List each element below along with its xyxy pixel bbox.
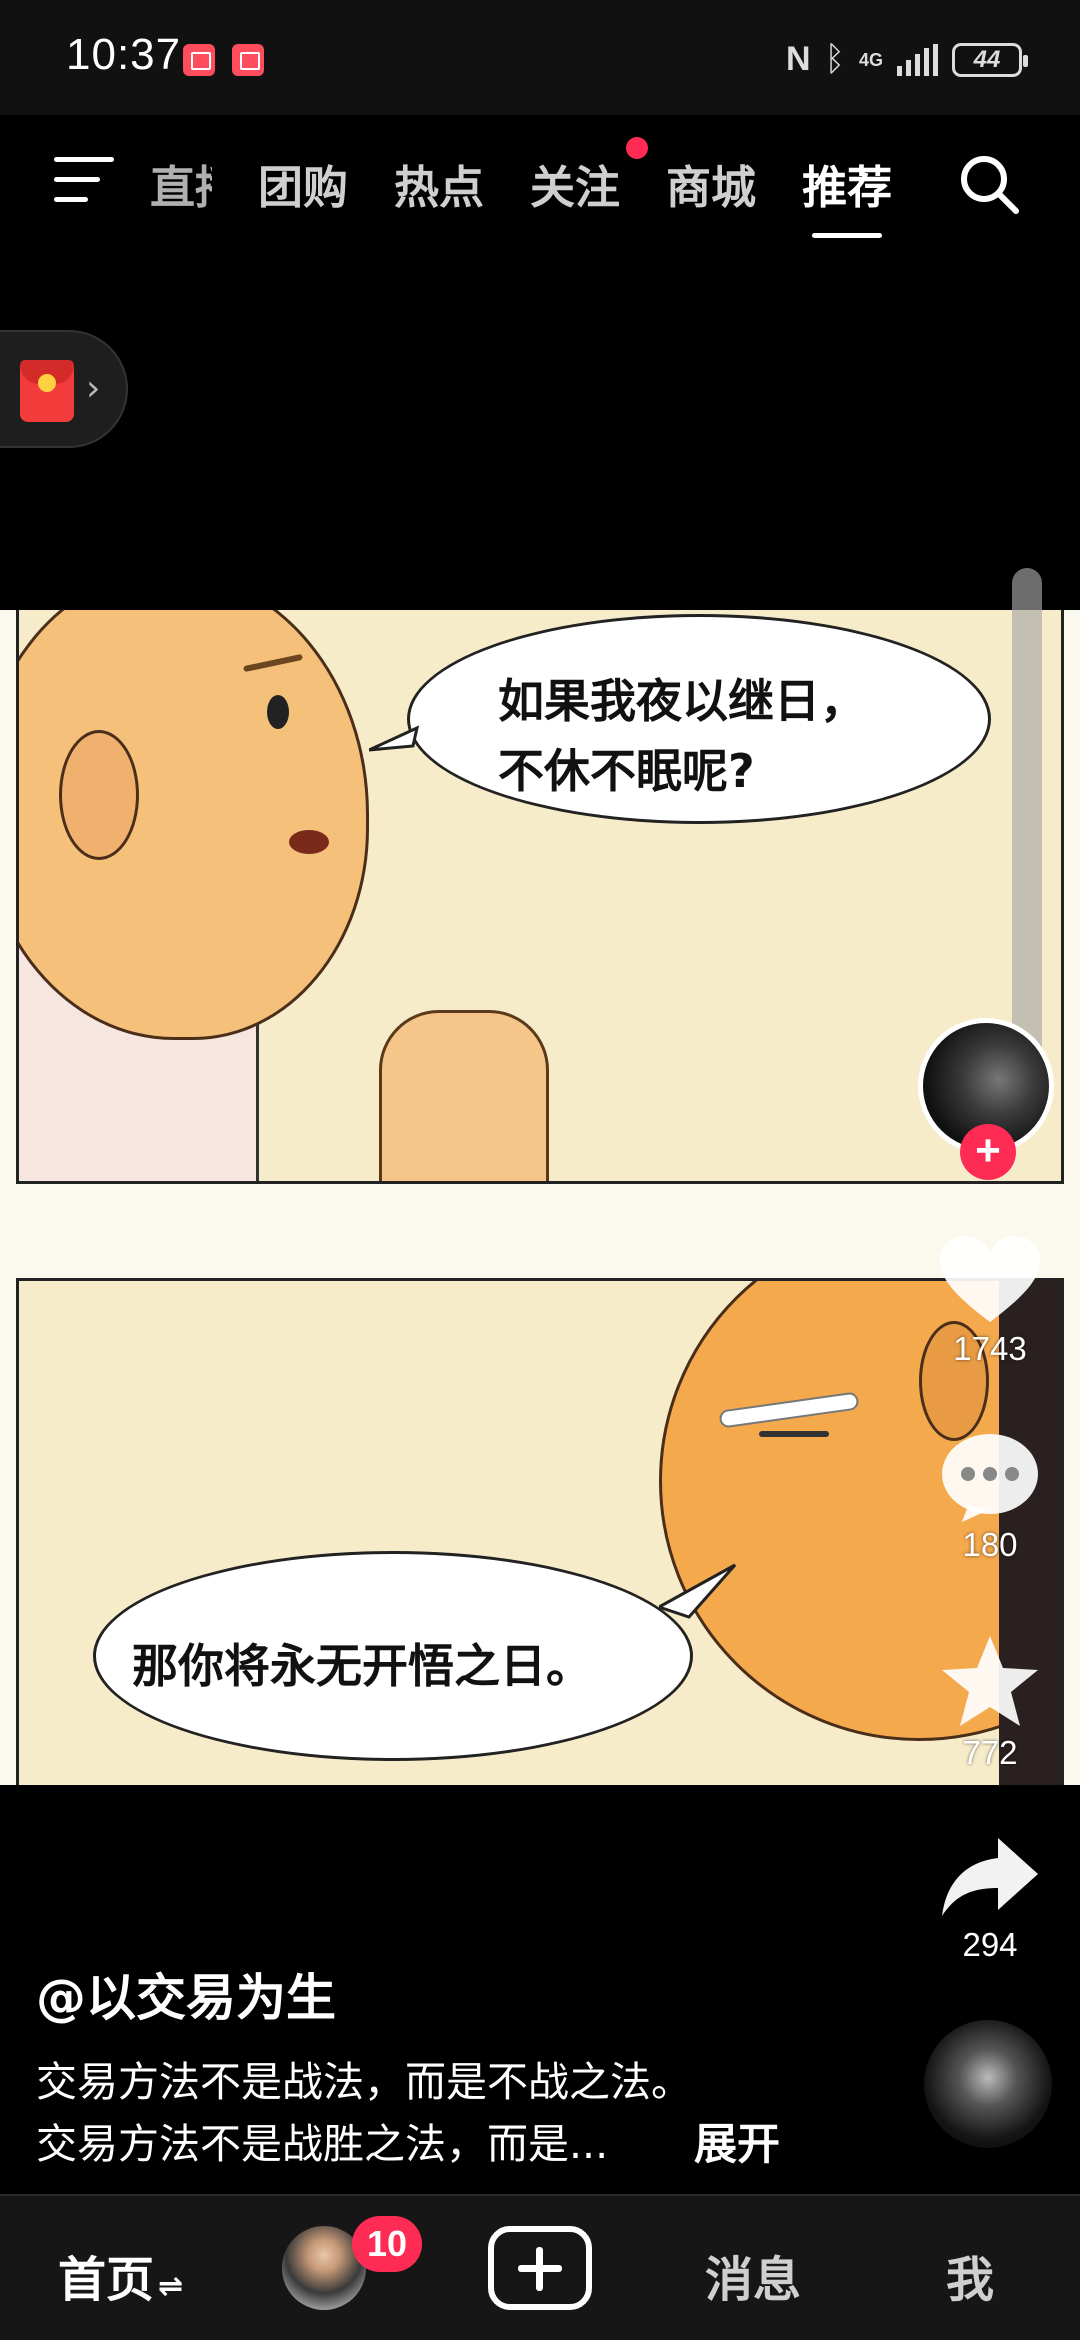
search-icon[interactable]	[956, 151, 1022, 217]
red-packet-widget[interactable]: ›	[0, 330, 128, 448]
heart-icon	[940, 1236, 1040, 1322]
comment-icon	[942, 1434, 1038, 1522]
comic-panel-1: 如果我夜以继日， 不休不眠呢?	[16, 610, 1064, 1184]
new-content-dot	[626, 137, 649, 159]
create-post-button[interactable]	[488, 2226, 592, 2310]
comment-count: 180	[962, 1526, 1018, 1563]
video-content[interactable]: 如果我夜以继日， 不休不眠呢? 那你将永无开悟之日。	[0, 610, 1080, 1785]
comic-panel-2: 那你将永无开悟之日。	[16, 1278, 1064, 1785]
comment-button[interactable]: 180	[930, 1432, 1050, 1564]
nav-messages[interactable]: 消息	[705, 2240, 801, 2310]
switch-icon: ⇌	[158, 2269, 184, 2304]
chevron-right-icon: ›	[86, 368, 101, 409]
nav-home-label: 首页	[58, 2252, 155, 2308]
feed-tabs: 直播 团购 热点 关注 商城 推荐	[150, 137, 938, 238]
description-line-2: 交易方法不是战胜之法，而是...	[36, 2120, 609, 2168]
signal-icon	[897, 43, 938, 76]
raised-hand	[379, 1010, 549, 1181]
share-count: 294	[962, 1926, 1018, 1963]
share-icon	[942, 1838, 1038, 1916]
bottom-nav: 首页 ⇌ 10 消息 我	[0, 2194, 1080, 2340]
speech-bubble-2: 那你将永无开悟之日。	[93, 1551, 693, 1761]
menu-icon[interactable]	[54, 157, 114, 203]
network-type: 4G	[858, 49, 883, 70]
speech-line-2: 不休不眠呢?	[498, 744, 755, 798]
tab-hot[interactable]: 热点	[394, 151, 484, 216]
nfc-icon: N	[786, 40, 811, 78]
tab-mall[interactable]: 商城	[666, 151, 756, 216]
notification-app-icon	[183, 44, 215, 76]
red-packet-icon	[20, 360, 74, 422]
favorite-button[interactable]: 772	[930, 1634, 1050, 1772]
like-button[interactable]: 1743	[930, 1236, 1050, 1368]
speech-tail	[369, 725, 419, 752]
star-icon	[942, 1636, 1038, 1726]
speech-line-1: 如果我夜以继日，	[498, 674, 866, 728]
tab-group-buy[interactable]: 团购	[258, 151, 348, 216]
bluetooth-icon: ᛒ	[824, 40, 845, 78]
favorite-count: 772	[962, 1734, 1018, 1771]
tab-following[interactable]: 关注	[530, 137, 649, 216]
speech-tail	[659, 1563, 737, 1619]
speech-line-3: 那你将永无开悟之日。	[132, 1639, 592, 1693]
young-monk-ear	[59, 730, 139, 860]
top-nav: 直播 团购 热点 关注 商城 推荐	[0, 115, 1080, 250]
nav-me[interactable]: 我	[946, 2240, 994, 2310]
progress-scrollbar[interactable]	[1012, 568, 1042, 1104]
music-disc[interactable]	[924, 2020, 1052, 2148]
follow-button[interactable]: +	[960, 1124, 1016, 1180]
friends-badge: 10	[352, 2216, 422, 2272]
tab-following-label: 关注	[530, 161, 621, 214]
battery-icon: 44	[952, 42, 1028, 77]
share-button[interactable]: 294	[930, 1836, 1050, 1964]
clock: 10:37	[66, 30, 182, 79]
tab-live[interactable]: 直播	[150, 151, 212, 216]
nav-home[interactable]: 首页 ⇌	[58, 2240, 183, 2310]
description-line-1: 交易方法不是战法，而是不战之法。	[36, 2058, 692, 2106]
author-name[interactable]: @以交易为生	[36, 1958, 336, 2030]
speech-bubble-1: 如果我夜以继日， 不休不眠呢?	[407, 614, 991, 824]
status-bar: 10:37 N ᛒ 4G 44	[0, 0, 1080, 115]
status-indicators: N ᛒ 4G 44	[786, 40, 1028, 79]
tab-recommended[interactable]: 推荐	[802, 151, 892, 238]
notification-app-icon	[232, 44, 264, 76]
like-count: 1743	[953, 1330, 1027, 1367]
expand-button[interactable]: 展开	[694, 2110, 780, 2172]
